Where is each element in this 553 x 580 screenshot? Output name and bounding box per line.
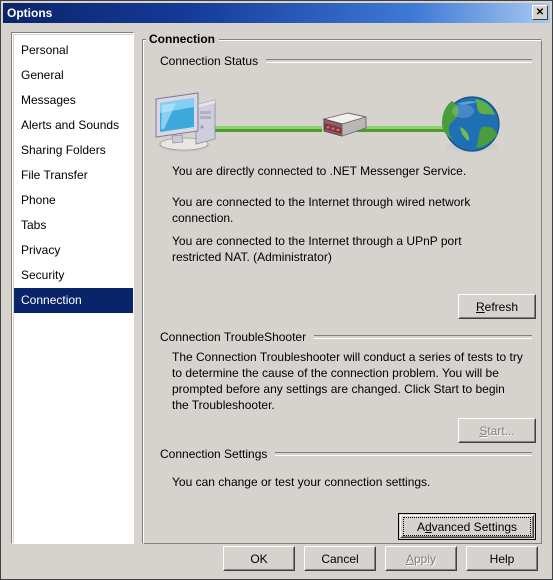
status-line-3: You are connected to the Internet throug… xyxy=(172,234,462,264)
help-button[interactable]: Help xyxy=(466,546,538,571)
sidebar-item-security[interactable]: Security xyxy=(14,263,133,288)
category-listbox[interactable]: Personal General Messages Alerts and Sou… xyxy=(11,32,134,544)
close-button[interactable]: ✕ xyxy=(532,5,548,20)
sidebar-item-connection[interactable]: Connection xyxy=(14,288,133,313)
ok-button[interactable]: OK xyxy=(223,546,295,571)
sidebar-item-sharing-folders[interactable]: Sharing Folders xyxy=(14,138,133,163)
troubleshooter-description: The Connection Troubleshooter will condu… xyxy=(172,350,523,412)
section-header-troubleshooter: Connection TroubleShooter xyxy=(160,330,532,344)
start-button[interactable]: Start... xyxy=(458,418,536,443)
cancel-button[interactable]: Cancel xyxy=(304,546,376,571)
start-button-label: Start... xyxy=(479,423,515,438)
panel-title: Connection xyxy=(146,32,219,46)
ok-button-label: OK xyxy=(250,551,268,566)
section-header-connection-status: Connection Status xyxy=(160,54,532,68)
section-rule xyxy=(275,452,532,456)
apply-button[interactable]: Apply xyxy=(385,546,457,571)
section-rule xyxy=(266,59,532,63)
cancel-button-label: Cancel xyxy=(321,551,359,566)
cable-segment-left xyxy=(207,126,322,132)
sidebar-item-privacy[interactable]: Privacy xyxy=(14,238,133,263)
desktop-computer-icon xyxy=(155,92,216,152)
window-title: Options xyxy=(7,6,53,20)
section-rule xyxy=(314,335,532,339)
sidebar-item-phone[interactable]: Phone xyxy=(14,188,133,213)
dialog-client-area: Personal General Messages Alerts and Sou… xyxy=(3,24,550,577)
refresh-button[interactable]: Refresh xyxy=(458,294,536,319)
connection-groupbox: Connection Connection Status You are dir… xyxy=(142,32,542,544)
title-bar: Options ✕ xyxy=(3,3,550,23)
sidebar-item-file-transfer[interactable]: File Transfer xyxy=(14,163,133,188)
options-dialog-window: Options ✕ Personal General Messages Aler… xyxy=(0,0,553,580)
router-icon xyxy=(322,112,367,137)
section-label-connection-settings: Connection Settings xyxy=(160,447,268,461)
help-button-label: Help xyxy=(489,551,515,566)
sidebar-item-tabs[interactable]: Tabs xyxy=(14,213,133,238)
status-line-2: You are connected to the Internet throug… xyxy=(172,195,471,225)
globe-icon xyxy=(442,96,500,152)
connection-diagram xyxy=(152,87,532,157)
sidebar-item-personal[interactable]: Personal xyxy=(14,38,133,63)
section-label-connection-status: Connection Status xyxy=(160,54,259,68)
settings-description: You can change or test your connection s… xyxy=(172,475,431,489)
section-header-connection-settings: Connection Settings xyxy=(160,447,532,461)
advanced-settings-button-label: Advanced Settings xyxy=(416,519,518,534)
category-list-inner: Personal General Messages Alerts and Sou… xyxy=(13,34,133,543)
advanced-settings-button[interactable]: Advanced Settings xyxy=(398,513,536,540)
close-icon: ✕ xyxy=(535,6,545,18)
sidebar-item-general[interactable]: General xyxy=(14,63,133,88)
apply-button-label: Apply xyxy=(405,551,437,566)
section-label-troubleshooter: Connection TroubleShooter xyxy=(160,330,307,344)
refresh-button-label: Refresh xyxy=(475,299,519,314)
status-line-1: You are directly connected to .NET Messe… xyxy=(172,164,467,178)
sidebar-item-messages[interactable]: Messages xyxy=(14,88,133,113)
sidebar-item-alerts-and-sounds[interactable]: Alerts and Sounds xyxy=(14,113,133,138)
